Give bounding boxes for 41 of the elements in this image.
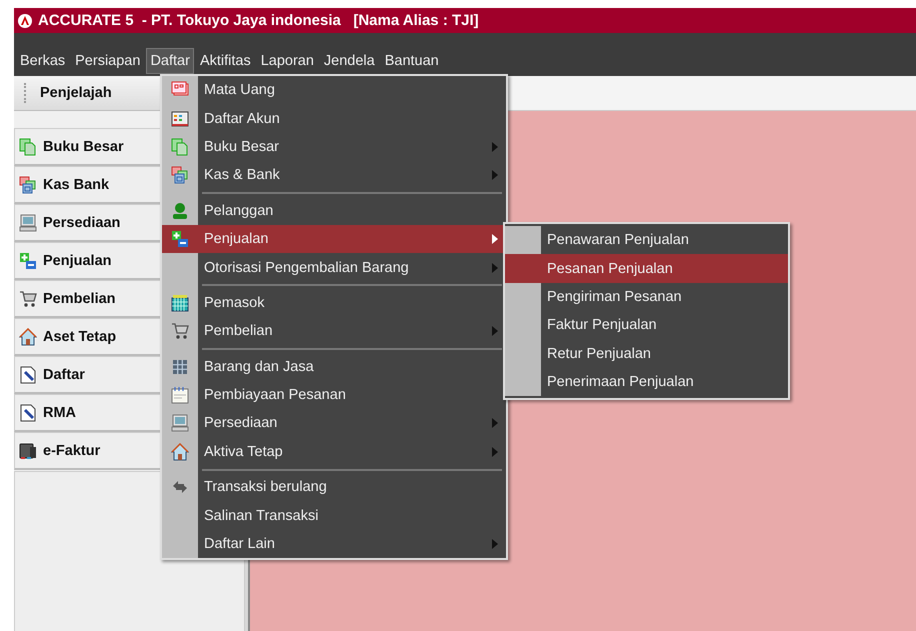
menu-bar-item[interactable]: Aktifitas: [196, 48, 255, 74]
explorer-title: Penjelajah: [40, 85, 112, 101]
menu-bar-item[interactable]: Persiapan: [71, 48, 144, 74]
menu-item[interactable]: Salinan Transaksi: [162, 501, 506, 530]
computer-icon: [171, 414, 189, 432]
calendar-icon: [171, 386, 189, 404]
building-icon: [171, 294, 189, 312]
window-title: ACCURATE 5 - PT. Tokuyo Jaya indonesia [Nama Alias : TJI]: [38, 12, 479, 29]
menu-item[interactable]: Pengiriman Pesanan: [505, 282, 788, 312]
cart-icon: [19, 290, 37, 308]
menu-item[interactable]: Penawaran Penjualan: [505, 226, 788, 254]
logo-icon: [18, 14, 32, 28]
menu-item[interactable]: Mata Uang: [162, 76, 506, 104]
menu-item[interactable]: Penjualan: [162, 224, 506, 254]
computer-icon: [19, 214, 37, 232]
menu-bar-item[interactable]: Berkas: [16, 48, 70, 74]
menu-bar-item[interactable]: Bantuan: [380, 48, 443, 74]
menu-bar-item[interactable]: Jendela: [320, 48, 379, 74]
cart-icon: [171, 322, 189, 340]
windows-icon: [19, 176, 37, 194]
menu-item[interactable]: Retur Penjualan: [505, 340, 788, 368]
chart-of-accounts-icon: [171, 110, 189, 128]
grid-icon: [171, 358, 189, 376]
copy-pages-icon: [19, 138, 37, 156]
document-pencil-icon: [19, 404, 37, 422]
menu-item[interactable]: Penerimaan Penjualan: [505, 368, 788, 396]
house-icon: [171, 442, 189, 461]
document-pencil-icon: [19, 366, 37, 384]
windows-icon: [171, 166, 189, 184]
menu-item[interactable]: Faktur Penjualan: [505, 311, 788, 340]
device-icon: [19, 442, 37, 460]
menu-item[interactable]: Pesanan Penjualan: [505, 254, 788, 283]
menu-item[interactable]: Transaksi berulang: [162, 473, 506, 502]
person-icon: [171, 202, 189, 220]
menu-item[interactable]: Daftar Lain: [162, 530, 506, 558]
plus-minus-icon: [19, 252, 37, 270]
menu-bar-item[interactable]: Daftar: [146, 48, 194, 74]
plus-minus-icon: [171, 230, 189, 248]
copy-pages-icon: [171, 138, 189, 156]
menu-bar-item[interactable]: Laporan: [256, 48, 318, 74]
house-icon: [19, 328, 37, 346]
